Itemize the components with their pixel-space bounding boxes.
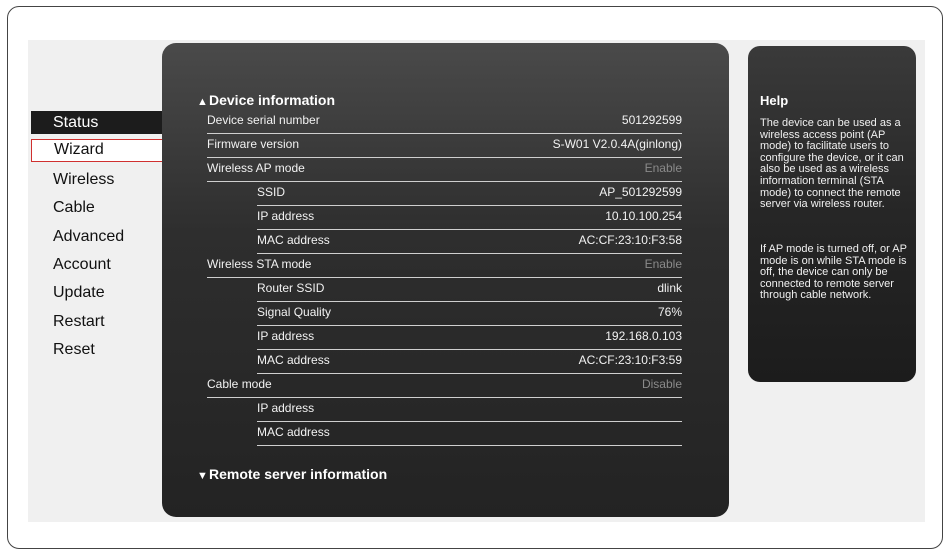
row-label: IP address: [257, 329, 315, 343]
device-info-header[interactable]: ▲Device information: [197, 92, 335, 108]
row-value: 501292599: [621, 113, 682, 127]
row-label: Wireless STA mode: [207, 257, 312, 271]
info-row-firmware: Firmware version S-W01 V2.0.4A(ginlong): [207, 134, 682, 158]
help-paragraph-1: The device can be used as a wireless acc…: [760, 117, 904, 211]
row-label: Wireless AP mode: [207, 161, 305, 175]
row-value: S-W01 V2.0.4A(ginlong): [552, 137, 682, 151]
row-value: dlink: [657, 281, 682, 295]
row-label: Firmware version: [207, 137, 300, 151]
info-row-router-ssid: Router SSID dlink: [257, 278, 682, 302]
nav-item-wireless[interactable]: Wireless: [31, 168, 163, 191]
remote-info-title: Remote server information: [209, 466, 388, 482]
nav-item-account[interactable]: Account: [31, 253, 163, 276]
row-value: Enable: [644, 161, 682, 175]
nav-item-restart[interactable]: Restart: [31, 310, 163, 333]
info-row-sta-ip: IP address 192.168.0.103: [257, 326, 682, 350]
row-label: Signal Quality: [257, 305, 332, 319]
info-row-ap-ip: IP address 10.10.100.254: [257, 206, 682, 230]
nav-item-update[interactable]: Update: [31, 281, 163, 304]
info-row-ap-mode: Wireless AP mode Enable: [207, 158, 682, 182]
row-label: Cable mode: [207, 377, 272, 391]
nav-item-status[interactable]: Status: [31, 111, 163, 134]
row-label: IP address: [257, 209, 315, 223]
info-row-cable-mac: MAC address: [257, 422, 682, 446]
nav-item-cable[interactable]: Cable: [31, 196, 163, 219]
row-label: IP address: [257, 401, 315, 415]
sidebar-nav: Status Wizard Wireless Cable Advanced Ac…: [31, 111, 163, 367]
info-row-serial: Device serial number 501292599: [207, 110, 682, 134]
device-info-title: Device information: [209, 92, 336, 108]
info-row-cable-ip: IP address: [257, 398, 682, 422]
info-row-ap-mac: MAC address AC:CF:23:10:F3:58: [257, 230, 682, 254]
row-value: AC:CF:23:10:F3:58: [578, 233, 682, 247]
row-value: 76%: [657, 305, 682, 319]
nav-item-advanced[interactable]: Advanced: [31, 225, 163, 248]
row-value: Enable: [644, 257, 682, 271]
chevron-down-icon: ▼: [197, 470, 208, 482]
row-label: SSID: [257, 185, 286, 199]
row-value: 192.168.0.103: [605, 329, 682, 343]
info-row-signal: Signal Quality 76%: [257, 302, 682, 326]
row-label: MAC address: [257, 425, 330, 439]
status-panel: ▲Device information Device serial number…: [162, 43, 729, 517]
info-row-sta-mac: MAC address AC:CF:23:10:F3:59: [257, 350, 682, 374]
info-row-cable-mode: Cable mode Disable: [207, 374, 682, 398]
help-title: Help: [760, 93, 789, 108]
row-value: 10.10.100.254: [605, 209, 682, 223]
chevron-up-icon: ▲: [197, 96, 208, 108]
row-label: Device serial number: [207, 113, 320, 127]
info-row-sta-mode: Wireless STA mode Enable: [207, 254, 682, 278]
row-value: AP_501292599: [599, 185, 682, 199]
nav-item-reset[interactable]: Reset: [31, 338, 163, 361]
row-label: MAC address: [257, 233, 330, 247]
help-paragraph-2: If AP mode is turned off, or AP mode is …: [760, 243, 907, 302]
row-label: MAC address: [257, 353, 330, 367]
nav-item-wizard[interactable]: Wizard: [31, 139, 163, 163]
help-panel: Help The device can be used as a wireles…: [748, 46, 916, 382]
row-value: Disable: [641, 377, 682, 391]
row-value: AC:CF:23:10:F3:59: [578, 353, 682, 367]
row-label: Router SSID: [257, 281, 325, 295]
info-row-ssid: SSID AP_501292599: [257, 182, 682, 206]
remote-info-header[interactable]: ▼Remote server information: [197, 466, 387, 482]
